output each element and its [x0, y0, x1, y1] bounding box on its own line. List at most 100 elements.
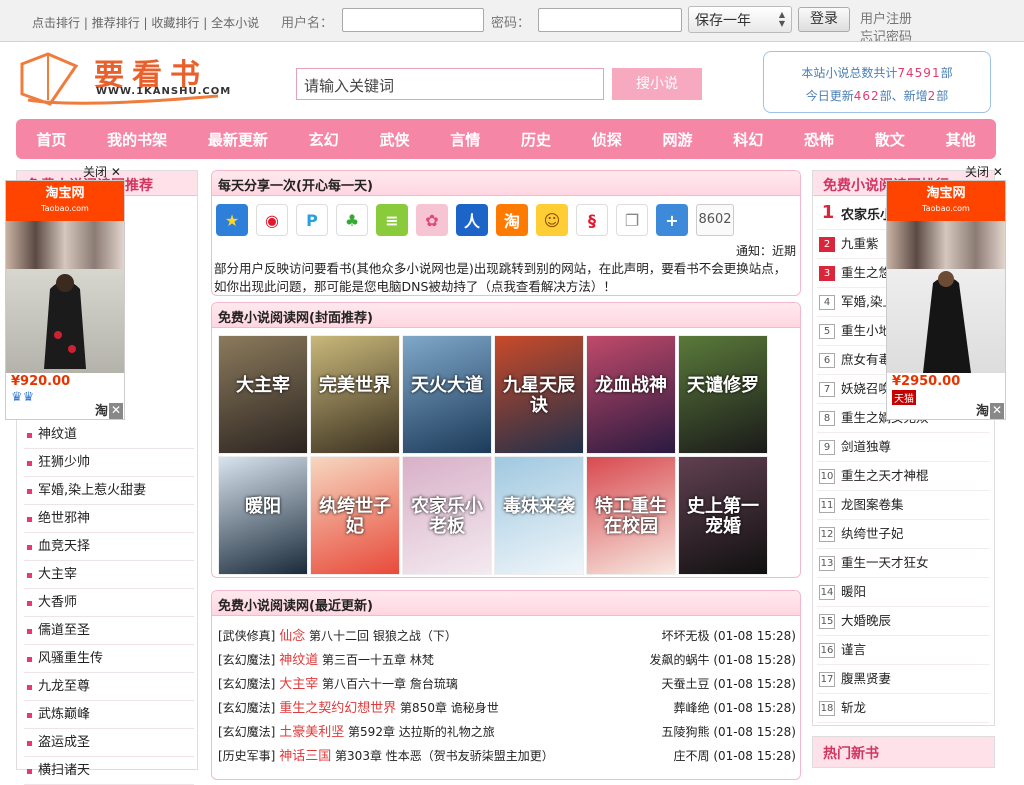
left-list-item[interactable]: 军婚,染上惹火甜妻 — [24, 477, 194, 505]
rank-item[interactable]: 9 剑道独尊 — [817, 433, 989, 462]
book-cover[interactable]: 纨绔世子妃 — [310, 456, 400, 575]
update-author[interactable]: 葬峰绝 — [674, 701, 710, 715]
renren-icon[interactable]: 人 — [456, 204, 488, 236]
nav-fantasy[interactable]: 玄幻 — [309, 129, 339, 150]
book-cover[interactable]: 九星天辰诀 — [494, 335, 584, 454]
update-author[interactable]: 天蚕土豆 — [662, 677, 710, 691]
update-category[interactable]: [玄幻魔法] — [218, 653, 275, 667]
update-book[interactable]: 神话三国 — [279, 749, 331, 764]
top-link-favorites[interactable]: 收藏排行 — [151, 16, 199, 30]
update-category[interactable]: [玄幻魔法] — [218, 677, 275, 691]
password-input[interactable] — [538, 8, 682, 32]
copy-icon[interactable]: ❐ — [616, 204, 648, 236]
left-list-item[interactable]: 神纹道 — [24, 421, 194, 449]
rank-item[interactable]: 13 重生一天才狂女 — [817, 549, 989, 578]
top-link-recommend[interactable]: 推荐排行 — [92, 16, 140, 30]
search-button[interactable]: 搜小说 — [612, 68, 702, 100]
top-link-complete[interactable]: 全本小说 — [211, 16, 259, 30]
left-list-item[interactable]: 风骚重生传 — [24, 645, 194, 673]
nav-detective[interactable]: 侦探 — [592, 129, 622, 150]
nav-horror[interactable]: 恐怖 — [804, 129, 834, 150]
update-book[interactable]: 仙念 — [279, 629, 305, 644]
left-list-item[interactable]: 绝世邪神 — [24, 505, 194, 533]
smiley-icon[interactable]: ☺ — [536, 204, 568, 236]
update-category[interactable]: [历史军事] — [218, 749, 275, 763]
nav-prose[interactable]: 散文 — [875, 129, 905, 150]
book-cover[interactable]: 毒妹来袭 — [494, 456, 584, 575]
update-chapter[interactable]: 第三百一十五章 林梵 — [322, 653, 434, 667]
rank-item[interactable]: 18 斩龙 — [817, 694, 989, 723]
right-ad-close[interactable]: 关闭 ✕ — [965, 163, 1003, 180]
rank-item[interactable]: 12 纨绔世子妃 — [817, 520, 989, 549]
left-ad-close[interactable]: 关闭 ✕ — [83, 163, 121, 180]
taobao-icon[interactable]: 淘 — [496, 204, 528, 236]
login-button[interactable]: 登录 — [798, 7, 850, 32]
update-category[interactable]: [武侠修真] — [218, 629, 275, 643]
weibo-icon[interactable]: ◉ — [256, 204, 288, 236]
nav-home[interactable]: 首页 — [36, 129, 66, 150]
update-category[interactable]: [玄幻魔法] — [218, 701, 275, 715]
left-list-item[interactable]: 横扫诸天 — [24, 757, 194, 785]
rank-item[interactable]: 17 腹黑贤妻 — [817, 665, 989, 694]
update-book[interactable]: 重生之契约幻想世界 — [279, 701, 396, 716]
sohu-icon[interactable]: § — [576, 204, 608, 236]
nav-wuxia[interactable]: 武侠 — [379, 129, 409, 150]
rank-item[interactable]: 16 谨言 — [817, 636, 989, 665]
update-author[interactable]: 五陵狗熊 — [662, 725, 710, 739]
left-list-item[interactable]: 九龙至尊 — [24, 673, 194, 701]
site-logo[interactable]: 要看书 WWW.1KANSHU.COM — [18, 50, 248, 108]
book-cover[interactable]: 特工重生在校园 — [586, 456, 676, 575]
book-cover[interactable]: 暖阳 — [218, 456, 308, 575]
remember-select[interactable]: 保存一年 ▲ ▼ — [688, 6, 792, 33]
book-cover[interactable]: 农家乐小老板 — [402, 456, 492, 575]
search-input[interactable]: 请输入关键词 — [296, 68, 604, 100]
rank-item[interactable]: 14 暖阳 — [817, 578, 989, 607]
left-taobao-ad[interactable]: 淘宝网 Taobao.com ¥920.00 ♛♛ 淘 ✕ — [5, 180, 125, 420]
update-chapter[interactable]: 第八十二回 银狼之战（下） — [309, 629, 457, 643]
rank-item[interactable]: 15 大婚晚辰 — [817, 607, 989, 636]
left-list-item[interactable]: 大香师 — [24, 589, 194, 617]
left-list-item[interactable]: 盗运成圣 — [24, 729, 194, 757]
nav-bookshelf[interactable]: 我的书架 — [107, 129, 167, 150]
rank-item[interactable]: 10 重生之天才神棍 — [817, 462, 989, 491]
update-book[interactable]: 大主宰 — [279, 677, 318, 692]
update-chapter[interactable]: 第592章 达拉斯的礼物之旅 — [348, 725, 495, 739]
close-icon[interactable]: ✕ — [109, 403, 123, 419]
update-book[interactable]: 土豪美利坚 — [279, 725, 344, 740]
left-list-item[interactable]: 血竞天择 — [24, 533, 194, 561]
update-chapter[interactable]: 第八百六十一章 詹台琉璃 — [322, 677, 458, 691]
book-cover[interactable]: 完美世界 — [310, 335, 400, 454]
left-list-item[interactable]: 武炼巅峰 — [24, 701, 194, 729]
update-chapter[interactable]: 第850章 诡秘身世 — [400, 701, 499, 715]
top-link-clicks[interactable]: 点击排行 — [32, 16, 80, 30]
update-chapter[interactable]: 第303章 性本恶（贺书友骄柒盟主加更） — [335, 749, 554, 763]
nav-latest[interactable]: 最新更新 — [208, 129, 268, 150]
close-icon[interactable]: ✕ — [990, 403, 1004, 419]
more-share-icon[interactable]: + — [656, 204, 688, 236]
nav-romance[interactable]: 言情 — [450, 129, 480, 150]
nav-online-game[interactable]: 网游 — [663, 129, 693, 150]
update-book[interactable]: 神纹道 — [279, 653, 318, 668]
nav-scifi[interactable]: 科幻 — [733, 129, 763, 150]
nav-other[interactable]: 其他 — [946, 129, 976, 150]
notice-text[interactable]: 部分用户反映访问要看书(其他众多小说网也是)出现跳转到别的网站，在此声明，要看书… — [214, 260, 798, 296]
qzone-icon[interactable]: ★ — [216, 204, 248, 236]
nav-history[interactable]: 历史 — [521, 129, 551, 150]
update-category[interactable]: [玄幻魔法] — [218, 725, 275, 739]
left-list-item[interactable]: 大主宰 — [24, 561, 194, 589]
book-cover[interactable]: 大主宰 — [218, 335, 308, 454]
left-list-item[interactable]: 儒道至圣 — [24, 617, 194, 645]
notebook-icon[interactable]: ≡ — [376, 204, 408, 236]
right-taobao-ad[interactable]: 淘宝网 Taobao.com ¥2950.00 天猫 淘 ✕ — [886, 180, 1006, 420]
book-cover[interactable]: 天火大道 — [402, 335, 492, 454]
left-list-item[interactable]: 狂狮少帅 — [24, 449, 194, 477]
book-cover[interactable]: 史上第一宠婚 — [678, 456, 768, 575]
update-author[interactable]: 坏坏无极 — [662, 629, 710, 643]
update-author[interactable]: 庄不周 — [674, 749, 710, 763]
tencent-weibo-icon[interactable]: P — [296, 204, 328, 236]
flower-icon[interactable]: ✿ — [416, 204, 448, 236]
forgot-password-link[interactable]: 忘记密码 — [860, 29, 912, 41]
register-link[interactable]: 用户注册 — [860, 11, 912, 29]
username-input[interactable] — [342, 8, 484, 32]
update-author[interactable]: 发飙的蜗牛 — [650, 653, 710, 667]
